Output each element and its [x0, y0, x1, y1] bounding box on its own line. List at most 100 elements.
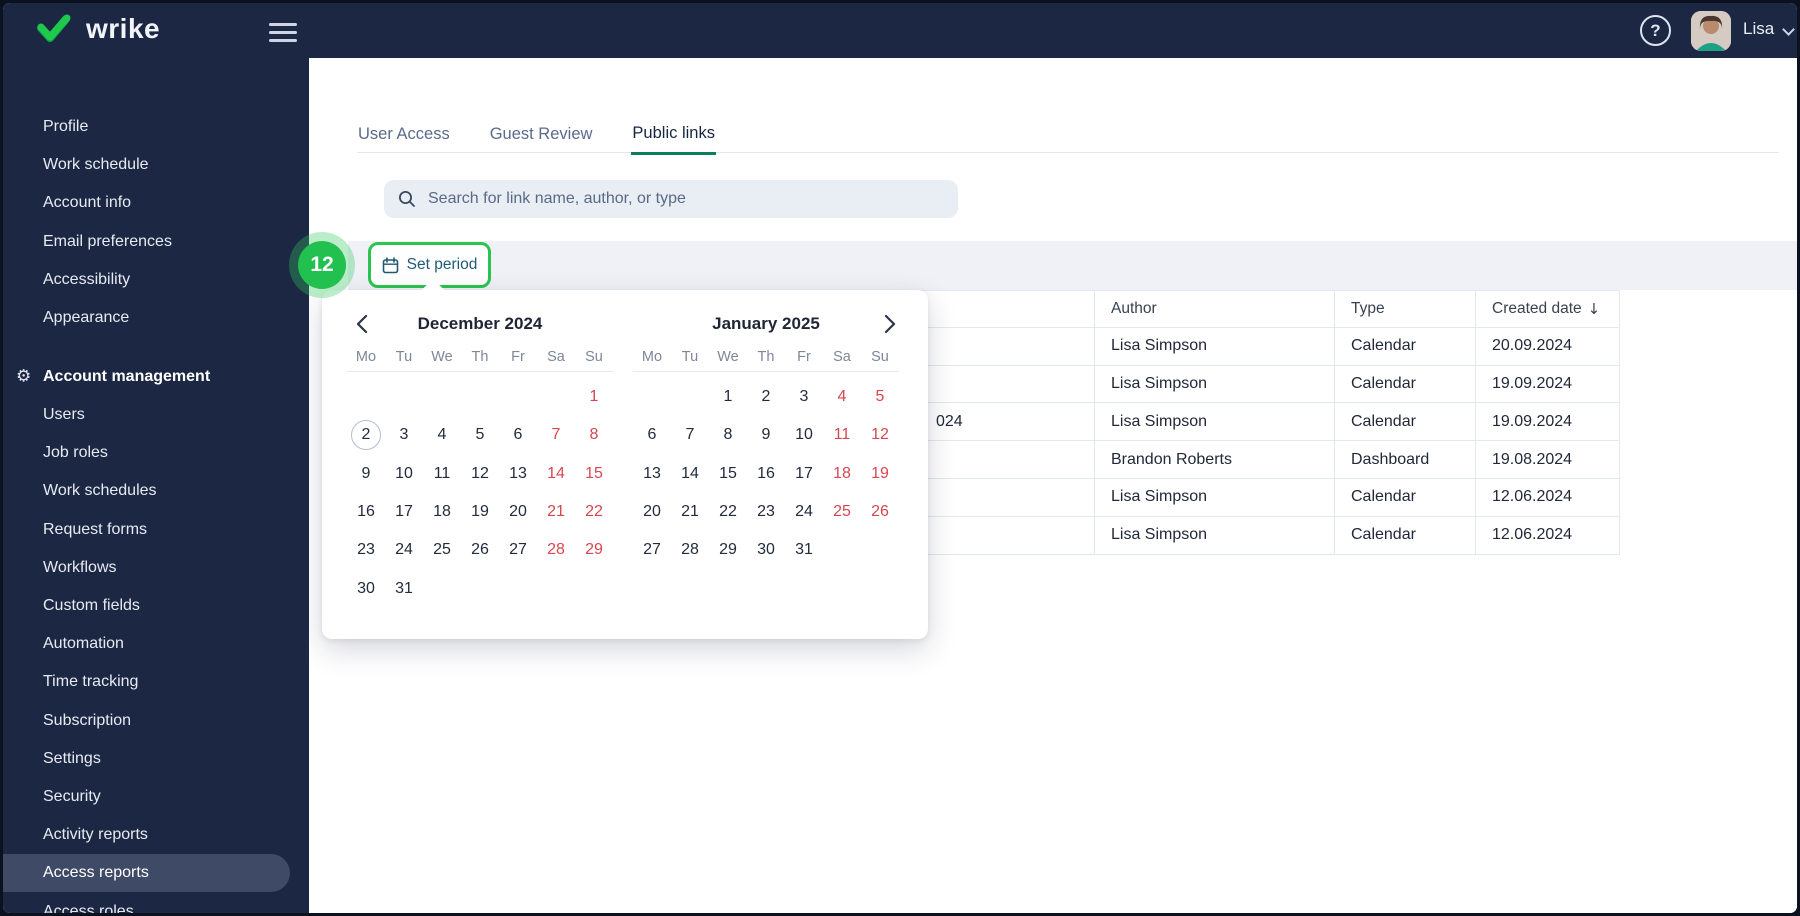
calendar-day[interactable]: 15	[709, 455, 747, 493]
calendar-day[interactable]: 6	[633, 416, 671, 454]
calendar-day[interactable]: 17	[385, 493, 423, 531]
calendar-day[interactable]: 18	[823, 455, 861, 493]
calendar-day[interactable]: 7	[537, 416, 575, 454]
calendar-day[interactable]: 17	[785, 455, 823, 493]
sidebar-item-request-forms[interactable]: Request forms	[3, 511, 309, 549]
sidebar-item-security[interactable]: Security	[3, 778, 309, 816]
column-header-created-date[interactable]: Created date ↓	[1476, 291, 1620, 327]
calendar-day[interactable]: 25	[423, 531, 461, 569]
calendar-day[interactable]: 28	[537, 531, 575, 569]
calendar-day[interactable]: 4	[423, 416, 461, 454]
calendar-day[interactable]: 16	[747, 455, 785, 493]
calendar-day[interactable]: 13	[633, 455, 671, 493]
calendar-day[interactable]: 29	[709, 531, 747, 569]
calendar-day[interactable]: 24	[785, 493, 823, 531]
sidebar-item-activity-reports[interactable]: Activity reports	[3, 816, 309, 854]
tab-public-links[interactable]: Public links	[631, 114, 716, 155]
calendar-day[interactable]: 26	[461, 531, 499, 569]
calendar-day[interactable]: 31	[785, 531, 823, 569]
calendar-day[interactable]: 11	[823, 416, 861, 454]
calendar-day[interactable]: 23	[747, 493, 785, 531]
sidebar-item-users[interactable]: Users	[3, 396, 309, 434]
tab-guest-review[interactable]: Guest Review	[489, 114, 594, 155]
cell-author: Lisa Simpson	[1095, 365, 1335, 403]
calendar-day[interactable]: 8	[575, 416, 613, 454]
menu-icon[interactable]	[269, 23, 297, 47]
user-name[interactable]: Lisa	[1743, 19, 1774, 39]
calendar-day[interactable]: 23	[347, 531, 385, 569]
calendar-day-empty	[861, 531, 899, 569]
tab-user-access[interactable]: User Access	[357, 114, 451, 155]
calendar-day[interactable]: 20	[499, 493, 537, 531]
calendar-day[interactable]: 12	[861, 416, 899, 454]
calendar-day[interactable]: 2	[747, 378, 785, 416]
sidebar-item-time-tracking[interactable]: Time tracking	[3, 663, 309, 701]
calendar-day[interactable]: 27	[499, 531, 537, 569]
search-input[interactable]	[426, 189, 944, 209]
calendar-day[interactable]: 14	[537, 455, 575, 493]
sidebar-item-custom-fields[interactable]: Custom fields	[3, 587, 309, 625]
calendar-day[interactable]: 14	[671, 455, 709, 493]
calendar-day[interactable]: 8	[709, 416, 747, 454]
sidebar-item-subscription[interactable]: Subscription	[3, 702, 309, 740]
calendar-day[interactable]: 25	[823, 493, 861, 531]
calendar-day[interactable]: 3	[785, 378, 823, 416]
calendar-day[interactable]: 29	[575, 531, 613, 569]
sidebar-item-job-roles[interactable]: Job roles	[3, 434, 309, 472]
sidebar-item-settings[interactable]: Settings	[3, 740, 309, 778]
sidebar-item-accessibility[interactable]: Accessibility	[3, 261, 309, 299]
calendar-day[interactable]: 15	[575, 455, 613, 493]
sidebar-item-profile[interactable]: Profile	[3, 108, 309, 146]
column-header-author[interactable]: Author	[1095, 291, 1335, 327]
calendar-day[interactable]: 5	[461, 416, 499, 454]
calendar-day[interactable]: 20	[633, 493, 671, 531]
sidebar-item-automation[interactable]: Automation	[3, 625, 309, 663]
calendar-day[interactable]: 10	[785, 416, 823, 454]
calendar-day[interactable]: 3	[385, 416, 423, 454]
cell-created-date: 12.06.2024	[1476, 478, 1620, 516]
calendar-day[interactable]: 30	[347, 569, 385, 607]
sidebar-item-work-schedule[interactable]: Work schedule	[3, 146, 309, 184]
calendar-day[interactable]: 16	[347, 493, 385, 531]
column-header-type[interactable]: Type	[1335, 291, 1476, 327]
avatar[interactable]	[1691, 11, 1731, 51]
calendar-day[interactable]: 12	[461, 455, 499, 493]
cell-author: Brandon Roberts	[1095, 441, 1335, 478]
calendar-day[interactable]: 28	[671, 531, 709, 569]
calendar-day[interactable]: 11	[423, 455, 461, 493]
calendar-day[interactable]: 4	[823, 378, 861, 416]
calendar-day[interactable]: 22	[575, 493, 613, 531]
calendar-day[interactable]: 30	[747, 531, 785, 569]
sidebar-item-appearance[interactable]: Appearance	[3, 299, 309, 337]
gear-icon: ⚙	[16, 366, 32, 387]
calendar-day[interactable]: 26	[861, 493, 899, 531]
chevron-down-icon[interactable]	[1782, 23, 1795, 36]
calendar-day[interactable]: 27	[633, 531, 671, 569]
calendar-day[interactable]: 19	[861, 455, 899, 493]
calendar-day[interactable]: 2	[347, 416, 385, 454]
calendar-day[interactable]: 24	[385, 531, 423, 569]
sidebar-item-workflows[interactable]: Workflows	[3, 549, 309, 587]
calendar-day[interactable]: 22	[709, 493, 747, 531]
calendar-day[interactable]: 7	[671, 416, 709, 454]
sidebar-item-email-preferences[interactable]: Email preferences	[3, 223, 309, 261]
calendar-day[interactable]: 10	[385, 455, 423, 493]
calendar-day[interactable]: 9	[747, 416, 785, 454]
calendar-day[interactable]: 1	[709, 378, 747, 416]
calendar-day[interactable]: 5	[861, 378, 899, 416]
calendar-day[interactable]: 19	[461, 493, 499, 531]
calendar-day[interactable]: 1	[575, 378, 613, 416]
calendar-day[interactable]: 9	[347, 455, 385, 493]
sidebar-item-access-reports[interactable]: Access reports	[3, 854, 290, 893]
calendar-day[interactable]: 21	[537, 493, 575, 531]
help-icon[interactable]: ?	[1640, 15, 1671, 46]
calendar-day[interactable]: 6	[499, 416, 537, 454]
sidebar-item-work-schedules[interactable]: Work schedules	[3, 472, 309, 510]
sidebar-item-access-roles[interactable]: Access roles	[3, 892, 309, 913]
calendar-day[interactable]: 13	[499, 455, 537, 493]
calendar-day[interactable]: 21	[671, 493, 709, 531]
sidebar-item-account-info[interactable]: Account info	[3, 184, 309, 222]
calendar-day[interactable]: 18	[423, 493, 461, 531]
calendar-day[interactable]: 31	[385, 569, 423, 607]
wrike-logo[interactable]: wrike	[37, 13, 160, 45]
